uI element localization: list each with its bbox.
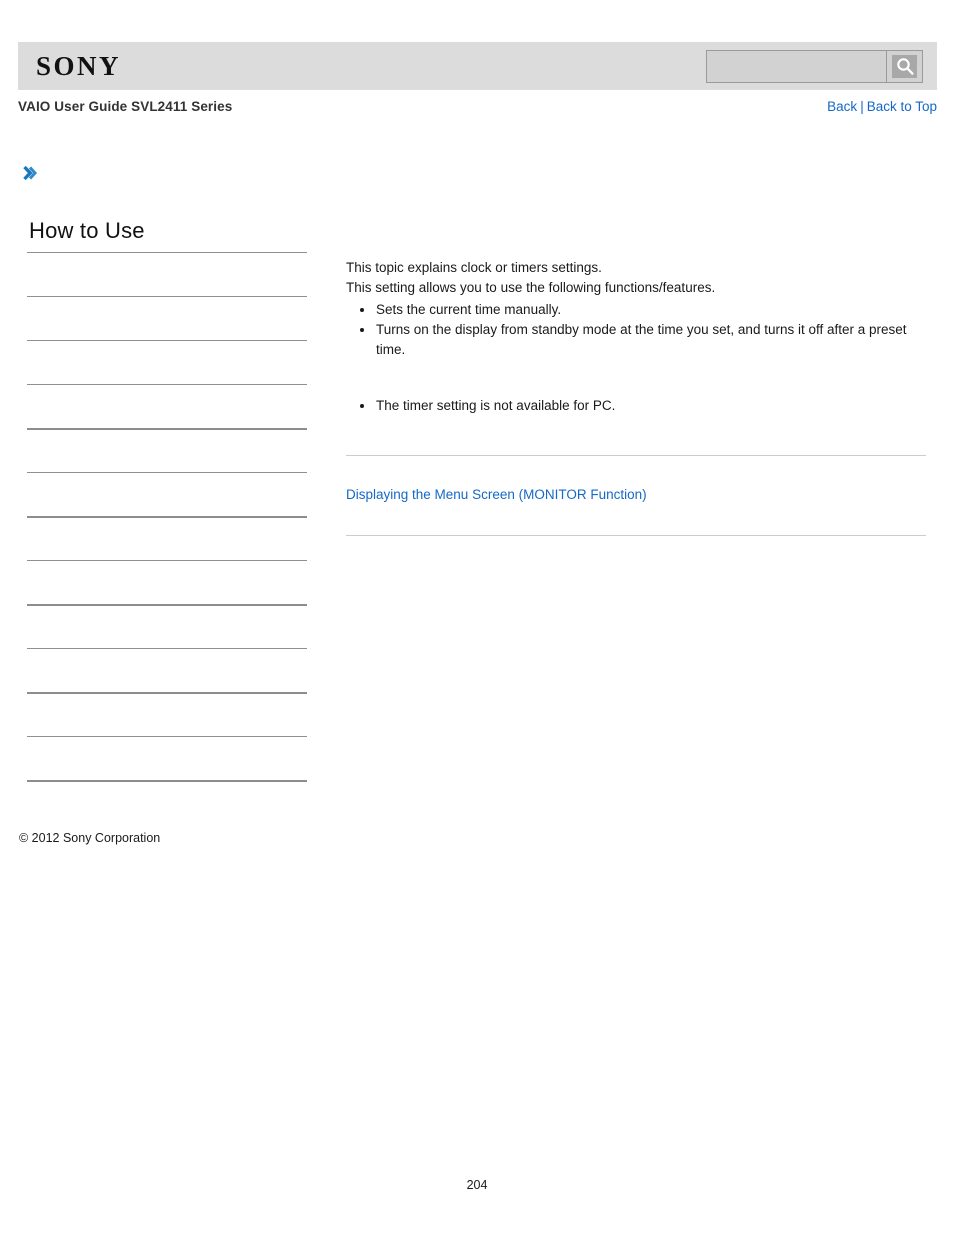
copyright-notice: © 2012 Sony Corporation xyxy=(19,831,161,845)
note-list: The timer setting is not available for P… xyxy=(346,396,926,416)
sidebar-nav xyxy=(27,252,307,824)
sidebar-item-4[interactable] xyxy=(27,384,307,428)
sidebar-item-1[interactable] xyxy=(27,252,307,296)
sidebar-item-11[interactable] xyxy=(27,692,307,736)
sidebar-item-3[interactable] xyxy=(27,340,307,384)
related-topics: Displaying the Menu Screen (MONITOR Func… xyxy=(346,455,926,536)
sidebar: How to Use xyxy=(27,218,307,824)
double-chevron-right-icon[interactable] xyxy=(22,163,40,183)
search-box[interactable] xyxy=(706,49,923,83)
list-item: Sets the current time manually. xyxy=(360,300,926,320)
guide-title: VAIO User Guide SVL2411 Series xyxy=(18,99,233,114)
sidebar-item-5[interactable] xyxy=(27,428,307,472)
sidebar-item-8[interactable] xyxy=(27,560,307,604)
sidebar-title: How to Use xyxy=(29,218,145,243)
search-icon xyxy=(892,54,917,78)
site-header: SONY xyxy=(18,42,937,90)
related-topic-link[interactable]: Displaying the Menu Screen (MONITOR Func… xyxy=(346,485,926,505)
sony-logo: SONY xyxy=(36,50,122,81)
sidebar-item-12[interactable] xyxy=(27,736,307,780)
sidebar-item-9[interactable] xyxy=(27,604,307,648)
sidebar-item-7[interactable] xyxy=(27,516,307,560)
list-item: The timer setting is not available for P… xyxy=(360,396,926,416)
sub-header: VAIO User Guide SVL2411 Series Back | Back… xyxy=(18,99,937,119)
sidebar-item-2[interactable] xyxy=(27,296,307,340)
search-button[interactable] xyxy=(886,50,922,82)
breadcrumb xyxy=(22,162,40,184)
feature-list: Sets the current time manually. Turns on… xyxy=(346,300,926,360)
sidebar-item-6[interactable] xyxy=(27,472,307,516)
sidebar-item-10[interactable] xyxy=(27,648,307,692)
document-page: SONY VAIO User Guide SVL2411 Series Back… xyxy=(0,0,954,1235)
list-item: Turns on the display from standby mode a… xyxy=(360,320,926,360)
divider-bottom xyxy=(346,535,926,536)
page-number: 204 xyxy=(466,1178,488,1192)
back-to-top-link[interactable]: Back to Top xyxy=(867,99,937,114)
header-nav-links: Back | Back to Top xyxy=(827,99,937,114)
search-input[interactable] xyxy=(707,50,886,82)
divider-top xyxy=(346,455,926,456)
intro-line-2: This setting allows you to use the follo… xyxy=(346,280,716,295)
nav-separator: | xyxy=(860,99,864,114)
intro-line-1: This topic explains clock or timers sett… xyxy=(346,260,602,275)
main-content: This topic explains clock or timers sett… xyxy=(346,258,926,536)
note-block: The timer setting is not available for P… xyxy=(346,396,926,416)
sidebar-item-13[interactable] xyxy=(27,780,307,824)
back-link[interactable]: Back xyxy=(827,99,857,114)
